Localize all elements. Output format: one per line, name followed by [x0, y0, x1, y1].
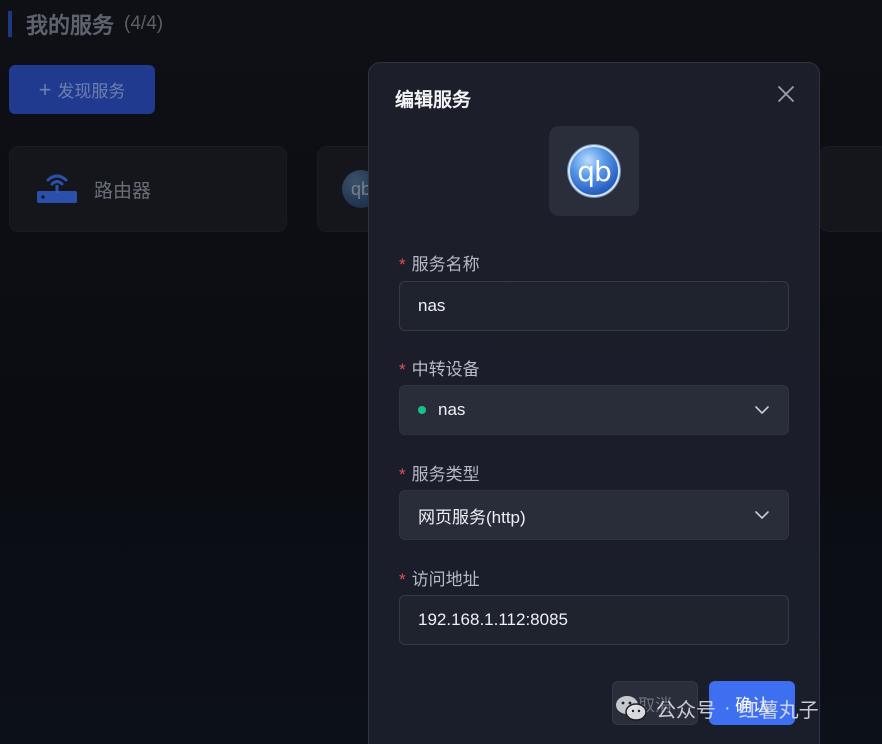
service-type-label: * 服务类型 [399, 465, 480, 484]
qbittorrent-logo-icon: qb [568, 145, 620, 197]
required-mark: * [399, 465, 406, 484]
online-status-dot [418, 406, 426, 414]
address-input[interactable] [418, 610, 770, 630]
service-icon-picker[interactable]: qb [549, 126, 639, 216]
cancel-button[interactable]: 取消 [612, 681, 698, 725]
relay-device-label: * 中转设备 [399, 360, 480, 379]
close-icon[interactable] [775, 83, 797, 105]
service-type-select[interactable]: 网页服务(http) [399, 490, 789, 540]
service-card-label: 路由器 [94, 180, 152, 202]
address-label: * 访问地址 [399, 570, 480, 589]
router-icon [37, 174, 77, 203]
service-name-label: * 服务名称 [399, 255, 480, 274]
service-card-router[interactable]: 路由器 [9, 146, 287, 232]
discover-service-button[interactable]: + 发现服务 [9, 65, 155, 114]
section-count: (4/4) [124, 13, 164, 34]
page: 我的服务 (4/4) + 发现服务 路由器 qb 编辑服务 qb *服务名称 [0, 0, 882, 744]
service-name-field[interactable] [399, 281, 789, 331]
section-accent-bar [8, 11, 12, 37]
edit-service-dialog: 编辑服务 qb *服务名称 *中转设备 nas [368, 62, 820, 744]
service-name-input[interactable] [418, 296, 770, 316]
section-header: 我的服务 (4/4) [8, 10, 163, 38]
required-mark: * [399, 255, 406, 274]
service-card-partial[interactable] [819, 146, 882, 232]
required-mark: * [399, 360, 406, 379]
chevron-down-icon [755, 511, 769, 519]
dialog-title: 编辑服务 [395, 90, 472, 111]
discover-service-label: 发现服务 [57, 82, 126, 101]
confirm-button[interactable]: 确认 [709, 681, 795, 725]
section-title: 我的服务 [26, 13, 115, 38]
relay-device-value: nas [438, 400, 466, 419]
chevron-down-icon [755, 406, 769, 414]
service-type-value: 网页服务(http) [418, 507, 526, 527]
required-mark: * [399, 570, 406, 589]
relay-device-select[interactable]: nas [399, 385, 789, 435]
plus-icon: + [38, 76, 52, 102]
address-field[interactable] [399, 595, 789, 645]
